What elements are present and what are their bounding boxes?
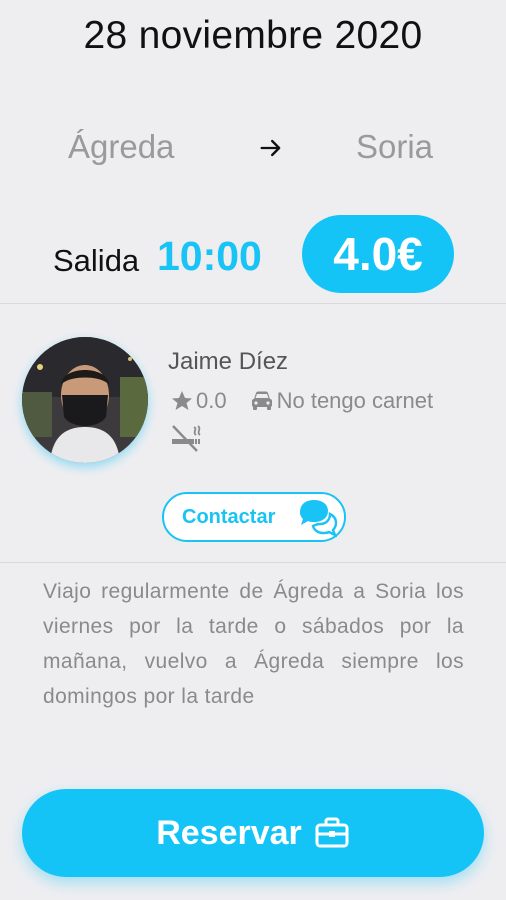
- trip-date: 28 noviembre 2020: [83, 14, 423, 57]
- license-status: No tengo carnet: [276, 388, 434, 413]
- divider: [0, 562, 506, 563]
- briefcase-icon: [315, 817, 349, 848]
- reserve-button[interactable]: Reservar: [22, 789, 484, 877]
- contact-label: Contactar: [182, 505, 276, 528]
- car-icon: [251, 391, 272, 410]
- departure-time: 10:00: [157, 233, 262, 279]
- star-icon: [172, 391, 192, 410]
- driver-name: Jaime Díez: [168, 348, 289, 375]
- arrow-right-icon: [260, 139, 281, 157]
- chat-bubbles-icon: [300, 500, 338, 538]
- driver-photo: [22, 337, 148, 463]
- price-badge: 4.0€: [302, 215, 454, 293]
- origin-city: Ágreda: [68, 128, 175, 165]
- contact-button[interactable]: Contactar: [162, 492, 346, 542]
- driver-rating: 0.0: [196, 388, 227, 413]
- reserve-label: Reservar: [156, 813, 302, 852]
- avatar[interactable]: [22, 337, 148, 463]
- destination-city: Soria: [356, 128, 434, 165]
- trip-description: Viajo regularmente de Ágreda a Soria los…: [43, 580, 464, 708]
- divider: [0, 303, 506, 304]
- route: Ágreda Soria: [0, 128, 506, 168]
- driver-stats: 0.0 No tengo carnet: [170, 387, 433, 415]
- no-smoking-icon: [172, 425, 201, 452]
- departure-label: Salida: [53, 243, 140, 278]
